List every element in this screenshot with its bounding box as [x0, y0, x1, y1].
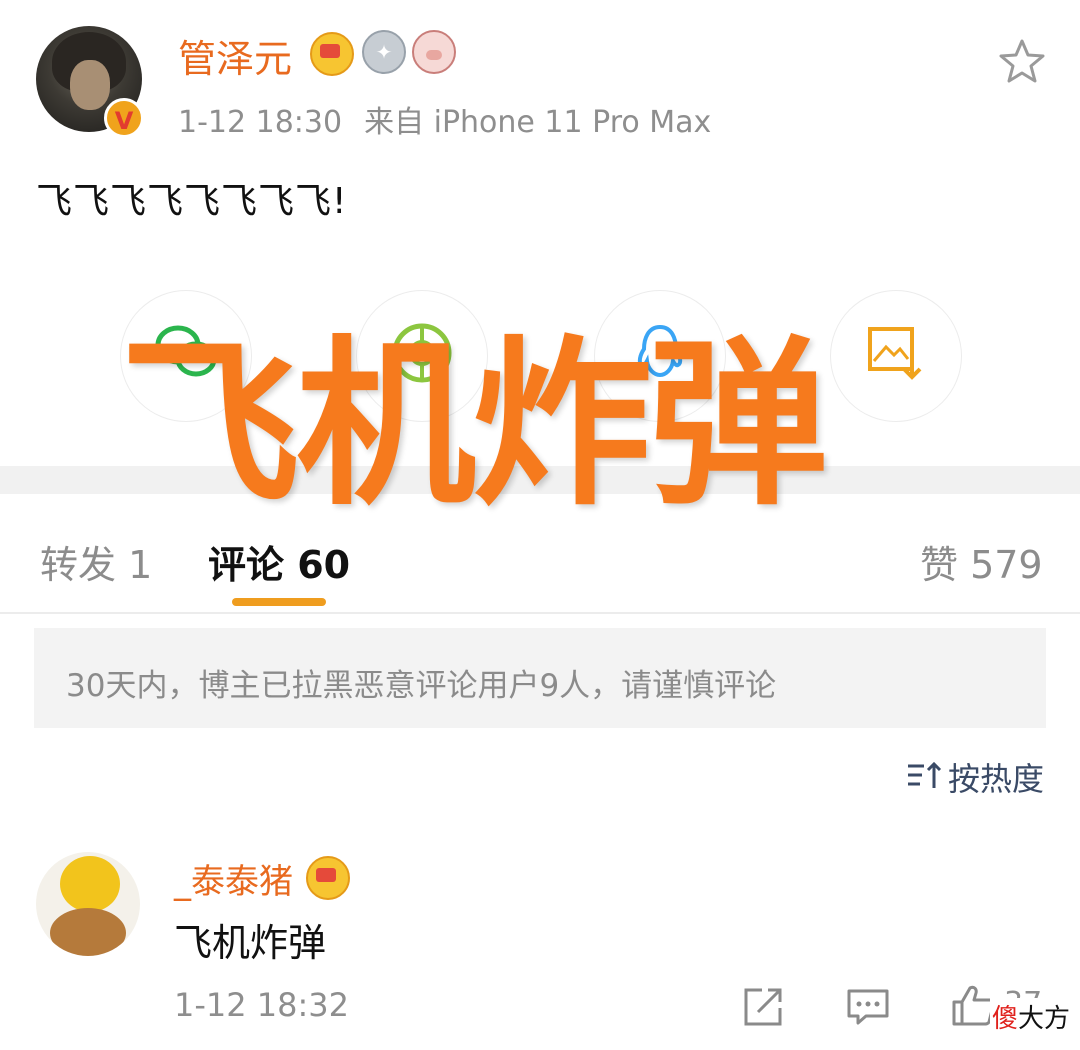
favorite-star-icon[interactable] [998, 38, 1046, 84]
save-image-icon [868, 327, 922, 380]
save-image-button[interactable] [830, 290, 962, 422]
sort-icon[interactable] [906, 760, 942, 790]
tabs-divider [0, 612, 1080, 614]
verified-badge-icon: V [104, 98, 144, 138]
pig-badge-icon[interactable] [412, 30, 456, 74]
overlay-title: 飞机炸弹 [120, 321, 828, 530]
post-meta: 1-12 18:30 来自 iPhone 11 Pro Max [178, 97, 733, 141]
tab-repost[interactable]: 转发 1 [40, 534, 152, 589]
tab-comments[interactable]: 评论 60 [208, 534, 350, 589]
vip-crown-icon[interactable] [306, 856, 350, 900]
watermark-black-chars: 大方 [1018, 1004, 1071, 1034]
post-source: 来自 iPhone 11 Pro Max [364, 105, 712, 140]
watermark: 傻大方 [990, 998, 1073, 1035]
comment-notice-text: 30天内，博主已拉黑恶意评论用户9人，请谨慎评论 [66, 668, 777, 704]
post-text: 飞飞飞飞飞飞飞飞! [36, 181, 348, 222]
repost-comment-icon[interactable] [742, 986, 784, 1028]
commenter-avatar[interactable] [36, 852, 140, 956]
vip-crown-icon[interactable] [310, 32, 354, 76]
medal-icon[interactable]: ✦ [362, 30, 406, 74]
poster-username[interactable]: 管泽元 [178, 28, 292, 83]
post-time: 1-12 18:30 [178, 105, 343, 140]
reply-comment-icon[interactable] [846, 988, 890, 1026]
comment-text: 飞机炸弹 [174, 921, 327, 965]
comment-time: 1-12 18:32 [174, 986, 350, 1024]
commenter-username[interactable]: _泰泰猪 [174, 854, 293, 903]
tab-likes[interactable]: 赞 579 [920, 534, 1043, 589]
active-tab-indicator [232, 598, 326, 606]
watermark-red-char: 傻 [992, 1004, 1019, 1034]
sort-by-hot-button[interactable]: 按热度 [948, 754, 1044, 800]
